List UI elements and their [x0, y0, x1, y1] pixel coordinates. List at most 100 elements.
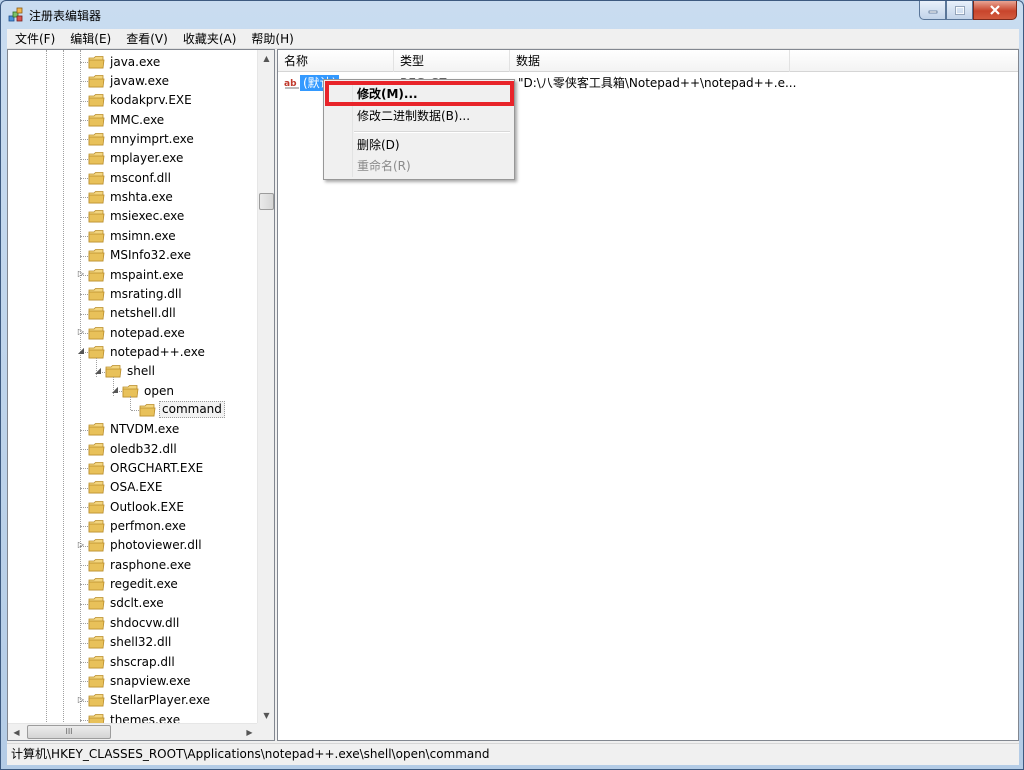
collapse-arrow-icon[interactable]: ◢: [110, 385, 120, 394]
column-header-type[interactable]: 类型: [394, 50, 510, 72]
tree-item-label: open: [144, 383, 174, 398]
tree-item[interactable]: msiexec.exe: [88, 207, 186, 226]
list-header: 名称 类型 数据: [278, 50, 1018, 72]
tree-item-label: msrating.dll: [110, 286, 182, 301]
close-button[interactable]: [973, 1, 1017, 20]
horizontal-scroll-thumb[interactable]: III: [27, 725, 111, 739]
tree-item[interactable]: regedit.exe: [88, 574, 180, 593]
collapse-arrow-icon[interactable]: ◢: [93, 366, 103, 375]
tree-item[interactable]: netshell.dll: [88, 304, 178, 323]
tree-item-label: mnyimprt.exe: [110, 132, 194, 147]
tree-item[interactable]: notepad.exe: [88, 323, 187, 342]
tree-horizontal-scrollbar[interactable]: ◀ III ▶: [8, 723, 258, 740]
folder-icon: [88, 520, 105, 533]
tree-item-label: shscrap.dll: [110, 654, 175, 669]
maximize-icon: [954, 5, 965, 15]
menu-separator: [354, 131, 510, 133]
tree-item[interactable]: photoviewer.dll: [88, 536, 204, 555]
tree-connector-line: [80, 603, 88, 605]
tree-item-label: shdocvw.dll: [110, 615, 180, 630]
folder-icon: [88, 287, 105, 301]
tree-vertical-scrollbar[interactable]: ▲ ▼: [257, 50, 274, 724]
expand-arrow-icon[interactable]: ▷: [76, 540, 86, 549]
tree-connector-line: [80, 120, 88, 122]
tree-connector-line: [80, 139, 88, 141]
tree-item[interactable]: rasphone.exe: [88, 555, 193, 574]
tree-item-label: shell32.dll: [110, 635, 172, 650]
tree-item[interactable]: mnyimprt.exe: [88, 129, 196, 148]
tree-item-label: NTVDM.exe: [110, 422, 180, 437]
menu-item-modify-binary[interactable]: 修改二进制数据(B)...: [326, 105, 512, 127]
tree-connector-line: [80, 449, 88, 450]
folder-icon: [88, 481, 105, 494]
collapse-arrow-icon[interactable]: ◢: [76, 346, 86, 355]
folder-icon: [88, 636, 105, 649]
tree-item[interactable]: themes.exe: [88, 710, 182, 724]
tree-item[interactable]: Outlook.EXE: [88, 497, 186, 516]
tree-item[interactable]: mshta.exe: [88, 187, 175, 206]
tree-connector-line: [80, 197, 88, 199]
scroll-left-icon[interactable]: ◀: [8, 724, 25, 740]
tree-item[interactable]: OSA.EXE: [88, 478, 164, 497]
expand-arrow-icon[interactable]: ▷: [76, 269, 86, 278]
tree-item[interactable]: msrating.dll: [88, 284, 184, 303]
folder-icon: [88, 423, 105, 436]
column-header-data[interactable]: 数据: [510, 50, 790, 72]
tree-guide-line: [96, 357, 97, 377]
tree-item[interactable]: shell32.dll: [88, 633, 173, 652]
tree-item[interactable]: kodakprv.EXE: [88, 91, 194, 110]
tree-item[interactable]: oledb32.dll: [88, 439, 179, 458]
folder-icon: [88, 655, 105, 668]
tree-connector-line: [80, 507, 88, 509]
tree-item[interactable]: sdclt.exe: [88, 594, 166, 613]
tree-item-label: netshell.dll: [110, 306, 176, 321]
folder-icon: [88, 94, 105, 107]
folder-icon: [88, 113, 105, 127]
expand-arrow-icon[interactable]: ▷: [76, 695, 86, 704]
menu-view[interactable]: 查看(V): [118, 29, 175, 49]
expand-arrow-icon[interactable]: ▷: [76, 327, 86, 336]
tree-connector-line: [80, 255, 88, 257]
tree-item[interactable]: msconf.dll: [88, 168, 173, 187]
tree-item[interactable]: shdocvw.dll: [88, 613, 181, 632]
tree-item[interactable]: MSInfo32.exe: [88, 246, 193, 265]
tree-item[interactable]: mspaint.exe: [88, 265, 186, 284]
scroll-thumb[interactable]: [259, 193, 274, 210]
string-value-icon: ab: [284, 79, 299, 89]
tree-item[interactable]: ORGCHART.EXE: [88, 458, 205, 477]
folder-icon: [88, 326, 105, 339]
scroll-right-icon[interactable]: ▶: [241, 724, 258, 740]
tree-guide-line: [130, 396, 131, 410]
tree-item[interactable]: msimn.exe: [88, 226, 178, 245]
scroll-down-icon[interactable]: ▼: [258, 707, 274, 724]
tree-connector-line: [80, 216, 88, 218]
tree-connector-line: [80, 236, 88, 238]
tree-connector-line: [80, 526, 88, 528]
tree-item[interactable]: java.exe: [88, 52, 162, 71]
column-header-name[interactable]: 名称: [278, 50, 394, 72]
menu-edit[interactable]: 编辑(E): [62, 29, 118, 49]
scroll-up-icon[interactable]: ▲: [258, 50, 274, 67]
menu-file[interactable]: 文件(F): [7, 29, 62, 49]
tree-item[interactable]: MMC.exe: [88, 110, 166, 129]
maximize-button[interactable]: [946, 1, 973, 20]
menu-item-delete[interactable]: 删除(D): [326, 134, 512, 156]
tree-item[interactable]: mplayer.exe: [88, 149, 185, 168]
tree-item[interactable]: command: [139, 400, 225, 419]
tree-item[interactable]: NTVDM.exe: [88, 420, 181, 439]
tree-item[interactable]: shscrap.dll: [88, 652, 177, 671]
tree-item[interactable]: notepad++.exe: [88, 342, 207, 361]
tree-item[interactable]: javaw.exe: [88, 71, 171, 90]
tree-item-label: MSInfo32.exe: [110, 248, 192, 263]
menu-favorites[interactable]: 收藏夹(A): [175, 29, 244, 49]
menu-help[interactable]: 帮助(H): [243, 29, 300, 49]
tree-item[interactable]: perfmon.exe: [88, 516, 188, 535]
title-bar[interactable]: 注册表编辑器: [1, 1, 1023, 29]
folder-icon: [88, 616, 105, 630]
tree-item[interactable]: snapview.exe: [88, 671, 192, 690]
tree-item[interactable]: StellarPlayer.exe: [88, 691, 212, 710]
minimize-button[interactable]: [919, 1, 946, 20]
tree-item-label: java.exe: [110, 54, 161, 69]
folder-icon: [88, 229, 105, 243]
folder-icon: [88, 152, 105, 165]
